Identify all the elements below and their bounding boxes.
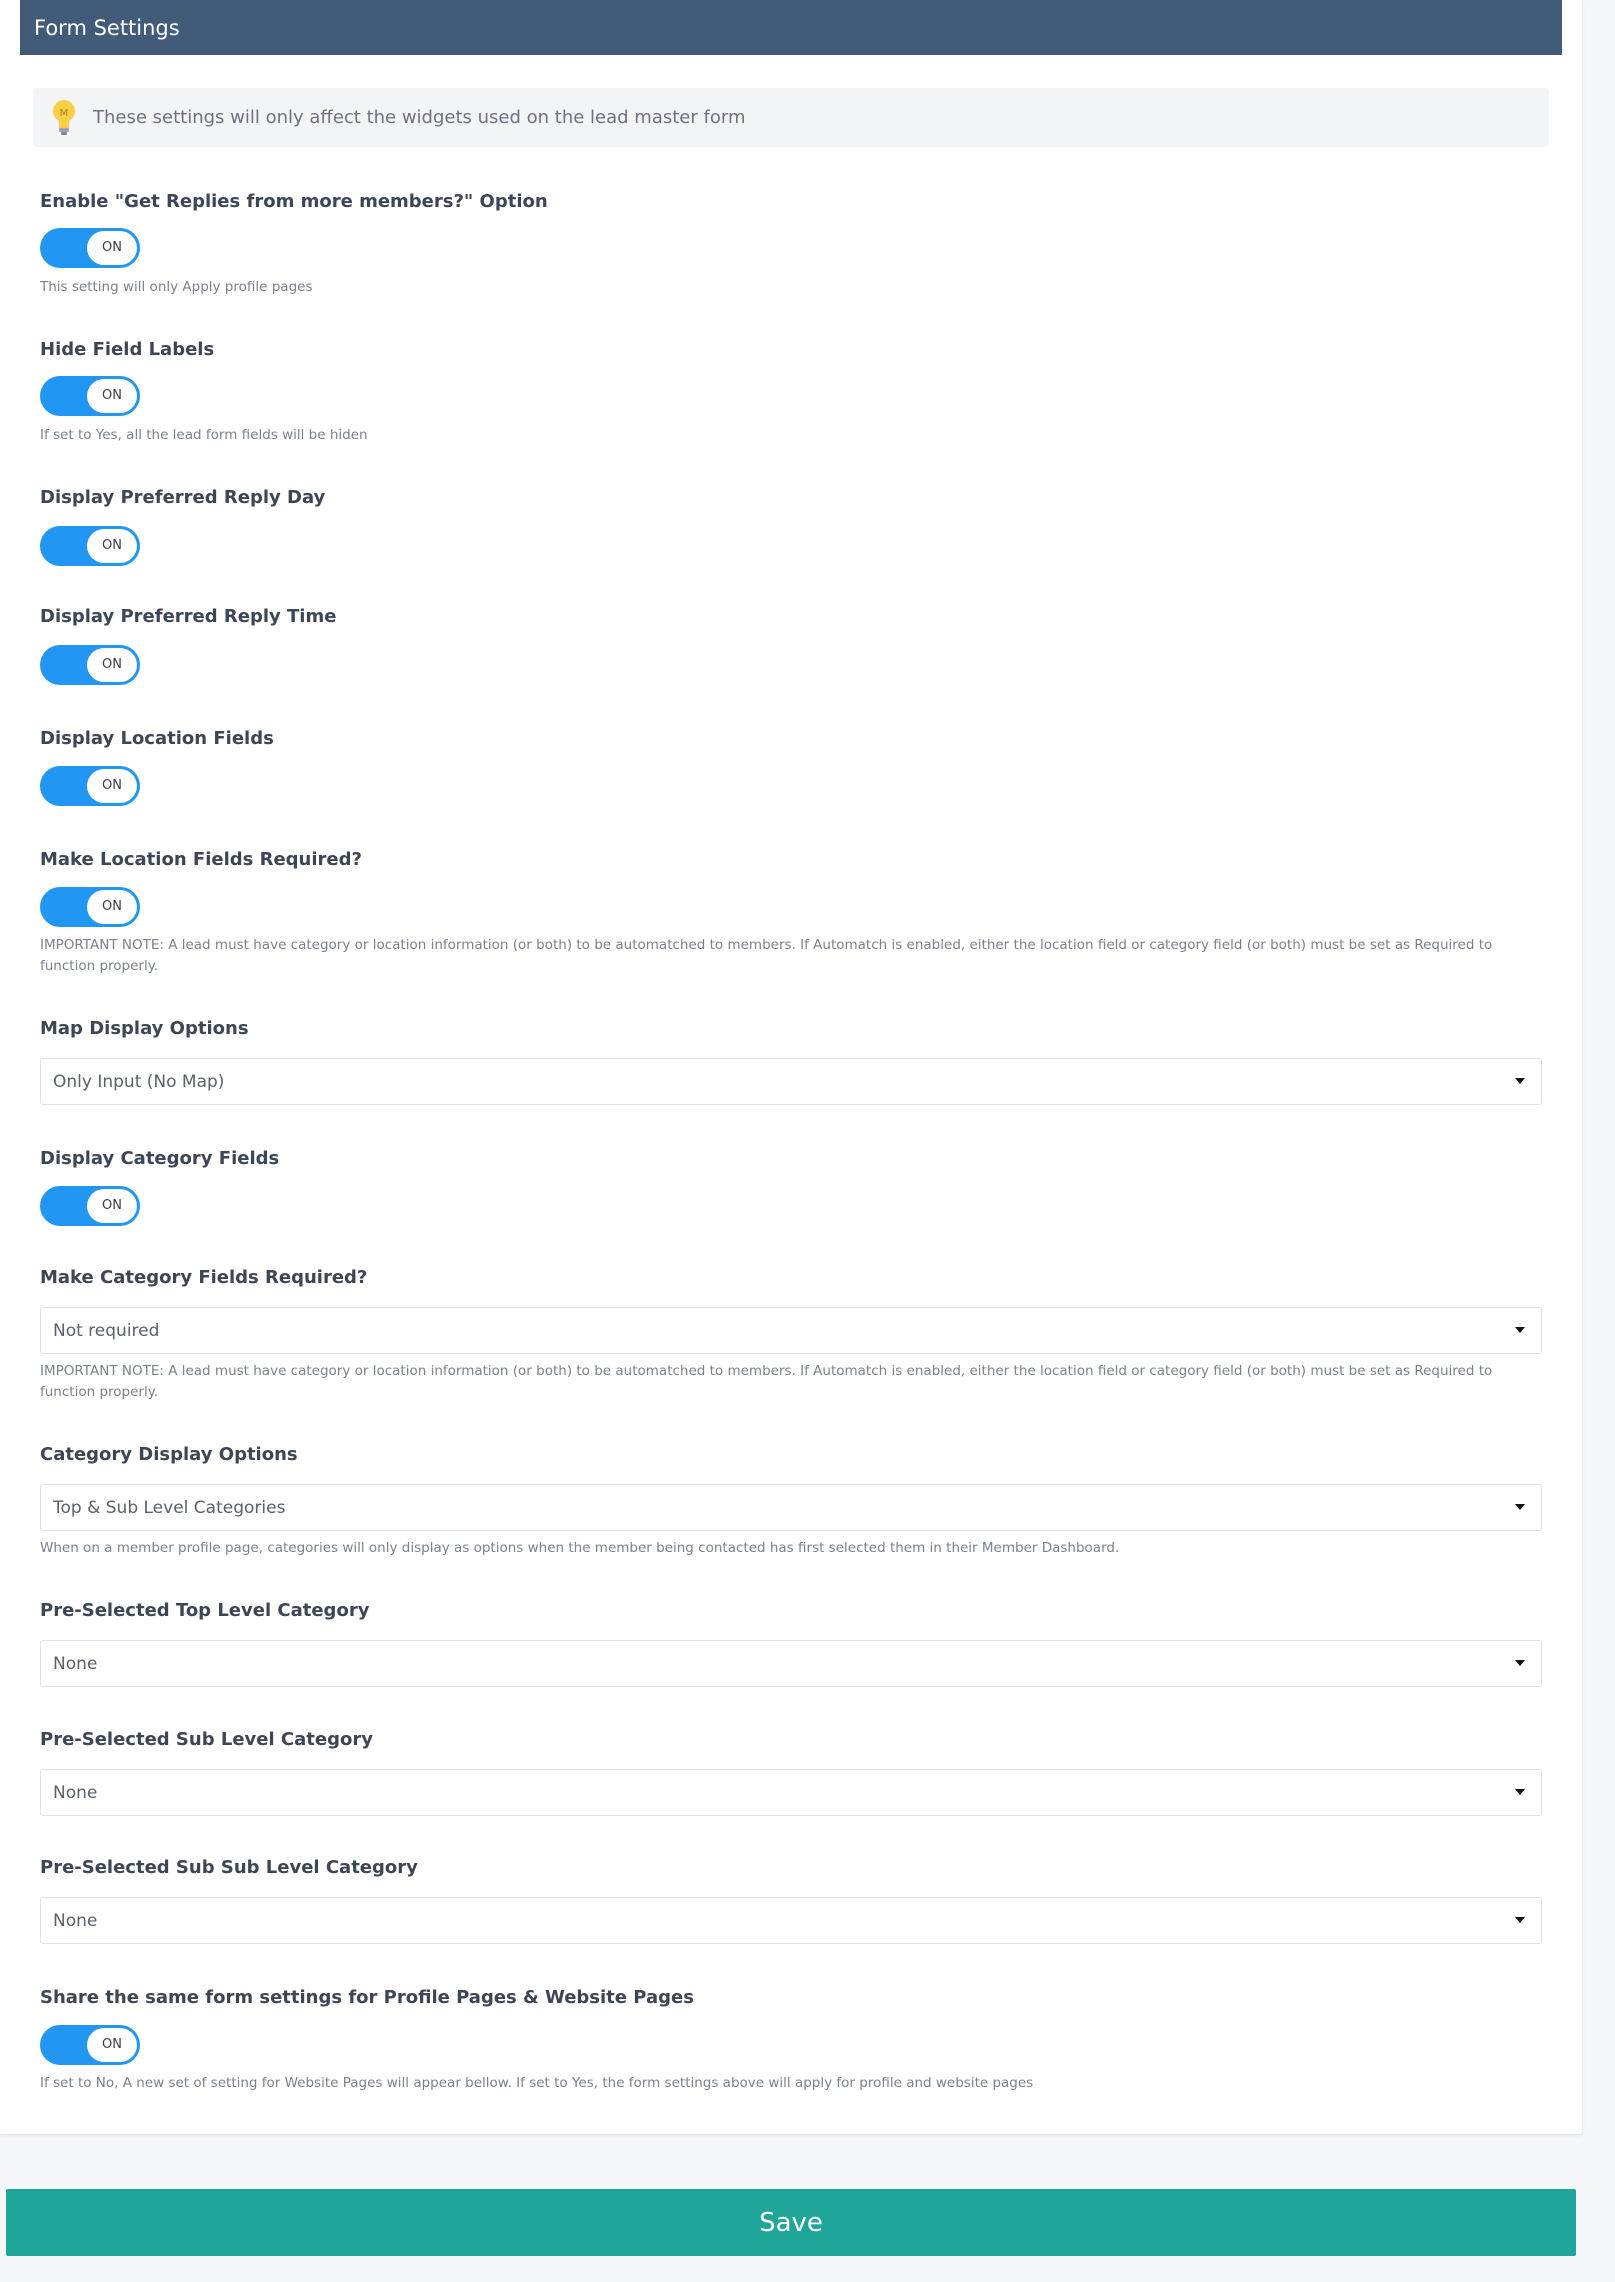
sub-level-select[interactable]: None — [40, 1769, 1542, 1816]
reply-day-label: Display Preferred Reply Day — [40, 487, 326, 508]
form-settings-panel: Form Settings M These settings will only… — [0, 0, 1583, 2135]
location-fields-toggle[interactable]: ON — [40, 766, 140, 806]
get-replies-label: Enable "Get Replies from more members?" … — [40, 191, 548, 212]
caret-down-icon — [1515, 1078, 1525, 1084]
category-required-label: Make Category Fields Required? — [40, 1267, 368, 1288]
sub-level-label: Pre-Selected Sub Level Category — [40, 1729, 373, 1750]
category-fields-toggle[interactable]: ON — [40, 1186, 140, 1226]
caret-down-icon — [1515, 1327, 1525, 1333]
location-required-label: Make Location Fields Required? — [40, 849, 362, 870]
sub-sub-level-select[interactable]: None — [40, 1897, 1542, 1944]
hide-labels-help: If set to Yes, all the lead form fields … — [40, 427, 368, 443]
sub-sub-level-label: Pre-Selected Sub Sub Level Category — [40, 1857, 418, 1878]
share-settings-toggle[interactable]: ON — [40, 2025, 140, 2065]
info-text: These settings will only affect the widg… — [93, 107, 746, 128]
toggle-knob: ON — [87, 2028, 137, 2062]
share-settings-help: If set to No, A new set of setting for W… — [40, 2075, 1034, 2091]
select-value: Only Input (No Map) — [53, 1072, 225, 1092]
category-required-select[interactable]: Not required — [40, 1307, 1542, 1354]
toggle-knob: ON — [87, 379, 137, 413]
category-fields-label: Display Category Fields — [40, 1148, 280, 1169]
toggle-knob: ON — [87, 648, 137, 682]
caret-down-icon — [1515, 1789, 1525, 1795]
map-display-select[interactable]: Only Input (No Map) — [40, 1058, 1542, 1105]
toggle-knob: ON — [87, 529, 137, 563]
category-required-help: IMPORTANT NOTE: A lead must have categor… — [40, 1363, 1493, 1400]
save-button[interactable]: Save — [6, 2189, 1576, 2256]
lightbulb-icon: M — [53, 99, 75, 135]
get-replies-help: This setting will only Apply profile pag… — [40, 279, 313, 295]
select-value: None — [53, 1654, 98, 1674]
location-required-toggle[interactable]: ON — [40, 887, 140, 927]
svg-text:M: M — [60, 108, 69, 119]
panel-title: Form Settings — [20, 0, 1562, 55]
get-replies-toggle[interactable]: ON — [40, 228, 140, 268]
location-fields-label: Display Location Fields — [40, 728, 274, 749]
hide-labels-label: Hide Field Labels — [40, 339, 215, 360]
select-value: None — [53, 1911, 98, 1931]
toggle-knob: ON — [87, 1189, 137, 1223]
toggle-knob: ON — [87, 231, 137, 265]
select-value: None — [53, 1783, 98, 1803]
reply-day-toggle[interactable]: ON — [40, 526, 140, 566]
category-display-label: Category Display Options — [40, 1444, 298, 1465]
top-level-label: Pre-Selected Top Level Category — [40, 1600, 370, 1621]
reply-time-label: Display Preferred Reply Time — [40, 606, 337, 627]
select-value: Top & Sub Level Categories — [53, 1498, 286, 1518]
caret-down-icon — [1515, 1660, 1525, 1666]
select-value: Not required — [53, 1321, 160, 1341]
reply-time-toggle[interactable]: ON — [40, 645, 140, 685]
category-display-select[interactable]: Top & Sub Level Categories — [40, 1484, 1542, 1531]
top-level-select[interactable]: None — [40, 1640, 1542, 1687]
location-required-help: IMPORTANT NOTE: A lead must have categor… — [40, 937, 1493, 974]
toggle-knob: ON — [87, 769, 137, 803]
hide-labels-toggle[interactable]: ON — [40, 376, 140, 416]
share-settings-label: Share the same form settings for Profile… — [40, 1987, 694, 2008]
caret-down-icon — [1515, 1917, 1525, 1923]
caret-down-icon — [1515, 1504, 1525, 1510]
category-display-help: When on a member profile page, categorie… — [40, 1540, 1120, 1556]
toggle-knob: ON — [87, 890, 137, 924]
map-display-label: Map Display Options — [40, 1018, 249, 1039]
info-notice: M These settings will only affect the wi… — [33, 88, 1549, 147]
